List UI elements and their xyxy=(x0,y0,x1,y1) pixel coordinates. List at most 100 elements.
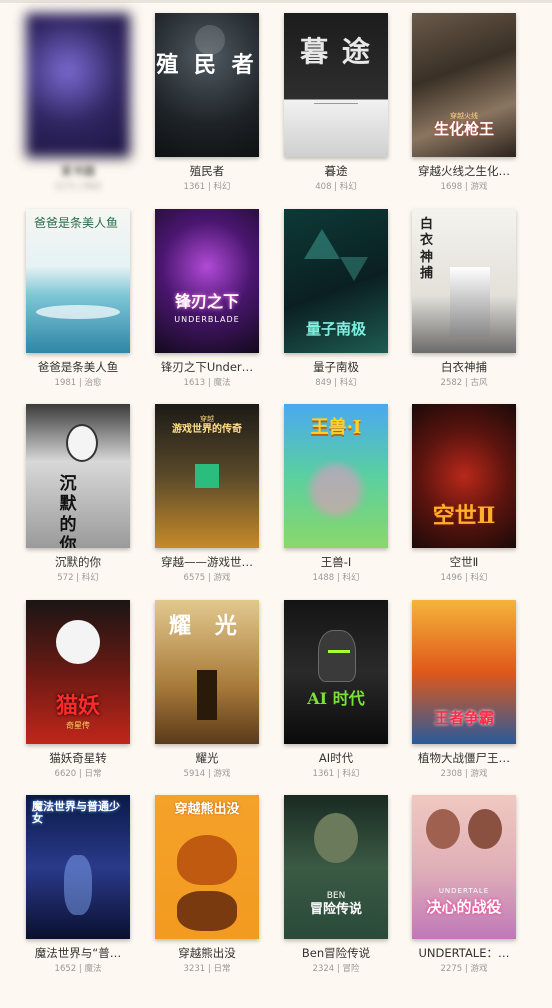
cover-title: 王者争霸 xyxy=(433,709,494,727)
book-card-19[interactable]: BEN 冒险传说 Ben冒险传说 2324 | 冒险 xyxy=(271,795,401,975)
book-title[interactable]: 魔法世界与“普… xyxy=(13,945,143,961)
book-card-1[interactable]: 某书籍 1171 | 科幻 xyxy=(13,13,143,193)
book-card-12[interactable]: 空世Ⅱ 空世Ⅱ 1496 | 科幻 xyxy=(399,404,529,584)
book-cover[interactable]: 穿越火线 生化枪王 xyxy=(412,13,516,157)
book-cover[interactable]: 穿越 游戏世界的传奇 xyxy=(155,404,259,548)
cover-subtitle: 奇星传 xyxy=(66,721,90,730)
book-cover[interactable]: 暮 途 xyxy=(284,13,388,157)
book-card-16[interactable]: 王者争霸 植物大战僵尸王… 2308 | 游戏 xyxy=(399,600,529,780)
book-title[interactable]: 王兽-I xyxy=(271,554,401,570)
book-card-18[interactable]: 穿越熊出没 穿越熊出没 3231 | 日常 xyxy=(142,795,272,975)
book-meta: 2582 | 古风 xyxy=(440,378,488,388)
book-title[interactable]: 某书籍 xyxy=(13,163,143,179)
book-meta: 1652 | 魔法 xyxy=(54,964,102,974)
cover-title: 穿越熊出没 xyxy=(174,802,240,817)
book-meta: 6575 | 游戏 xyxy=(183,573,231,583)
book-card-20[interactable]: UNDERTALE 决心的战役 UNDERTALE：… 2275 | 游戏 xyxy=(399,795,529,975)
cover-title: 冒险传说 xyxy=(309,902,362,917)
book-title[interactable]: 殖民者 xyxy=(142,163,272,179)
book-meta: 1488 | 科幻 xyxy=(312,573,360,583)
cover-title: 暮 途 xyxy=(300,35,372,68)
book-title[interactable]: 暮途 xyxy=(271,163,401,179)
book-meta: 2275 | 游戏 xyxy=(440,964,488,974)
book-card-8[interactable]: 白衣神捕 白衣神捕 2582 | 古风 xyxy=(399,209,529,389)
book-title[interactable]: UNDERTALE：… xyxy=(399,945,529,961)
book-title[interactable]: 锋刃之下Under… xyxy=(142,359,272,375)
book-meta: 849 | 科幻 xyxy=(315,378,357,388)
cover-title: 沉默的你 xyxy=(59,474,77,548)
cover-title: AI 时代 xyxy=(307,689,365,708)
book-cover[interactable]: 魔法世界与普通少女 xyxy=(26,795,130,939)
book-title[interactable]: 量子南极 xyxy=(271,359,401,375)
book-meta: 1613 | 魔法 xyxy=(183,378,231,388)
book-cover[interactable]: 耀 光 xyxy=(155,600,259,744)
book-card-7[interactable]: 量子南极 量子南极 849 | 科幻 xyxy=(271,209,401,389)
book-title[interactable]: 猫妖奇星转 xyxy=(13,750,143,766)
cover-subtitle: BEN xyxy=(326,891,346,901)
book-card-13[interactable]: 猫妖 奇星传 猫妖奇星转 6620 | 日常 xyxy=(13,600,143,780)
book-title[interactable]: 穿越火线之生化… xyxy=(399,163,529,179)
cover-title: 猫妖 xyxy=(55,693,100,719)
book-title[interactable]: AI时代 xyxy=(271,750,401,766)
cover-title: 决心的战役 xyxy=(426,898,502,916)
book-title[interactable]: 白衣神捕 xyxy=(399,359,529,375)
book-title[interactable]: 穿越熊出没 xyxy=(142,945,272,961)
cover-title: 魔法世界与普通少女 xyxy=(32,800,120,826)
book-meta: 1698 | 游戏 xyxy=(440,182,488,192)
book-title[interactable]: Ben冒险传说 xyxy=(271,945,401,961)
book-cover[interactable]: 空世Ⅱ xyxy=(412,404,516,548)
book-cover[interactable]: 穿越熊出没 xyxy=(155,795,259,939)
book-cover[interactable]: 白衣神捕 xyxy=(412,209,516,353)
book-meta: 1981 | 治愈 xyxy=(54,378,102,388)
cover-subtitle: UNDERTALE xyxy=(438,887,490,895)
book-cover[interactable]: 量子南极 xyxy=(284,209,388,353)
book-cover[interactable]: 沉默的你 xyxy=(26,404,130,548)
book-card-5[interactable]: 爸爸是条美人鱼 爸爸是条美人鱼 1981 | 治愈 xyxy=(13,209,143,389)
cover-title: 白衣神捕 xyxy=(420,217,434,281)
book-card-14[interactable]: 耀 光 耀光 5914 | 游戏 xyxy=(142,600,272,780)
book-title[interactable]: 空世Ⅱ xyxy=(399,554,529,570)
book-meta: 3231 | 日常 xyxy=(183,964,231,974)
cover-subtitle: UNDERBLADE xyxy=(174,315,240,324)
book-cover[interactable]: 猫妖 奇星传 xyxy=(26,600,130,744)
book-cover[interactable]: 殖 民 者 xyxy=(155,13,259,157)
book-meta: 2308 | 游戏 xyxy=(440,769,488,779)
book-cover[interactable]: 王兽·I xyxy=(284,404,388,548)
book-title[interactable]: 穿越——游戏世… xyxy=(142,554,272,570)
book-meta: 6620 | 日常 xyxy=(54,769,102,779)
book-card-6[interactable]: 锋刃之下 UNDERBLADE 锋刃之下Under… 1613 | 魔法 xyxy=(142,209,272,389)
book-meta: 1361 | 科幻 xyxy=(183,182,231,192)
book-card-10[interactable]: 穿越 游戏世界的传奇 穿越——游戏世… 6575 | 游戏 xyxy=(142,404,272,584)
cover-title: 爸爸是条美人鱼 xyxy=(34,216,119,230)
book-cover[interactable]: BEN 冒险传说 xyxy=(284,795,388,939)
book-card-4[interactable]: 穿越火线 生化枪王 穿越火线之生化… 1698 | 游戏 xyxy=(399,13,529,193)
book-cover[interactable]: 爸爸是条美人鱼 xyxy=(26,209,130,353)
book-meta: 1171 | 科幻 xyxy=(54,182,102,192)
cover-title: 耀 光 xyxy=(169,613,245,639)
book-meta: 1496 | 科幻 xyxy=(440,573,488,583)
book-meta: 2324 | 冒险 xyxy=(312,964,360,974)
book-card-11[interactable]: 王兽·I 王兽-I 1488 | 科幻 xyxy=(271,404,401,584)
book-card-15[interactable]: AI 时代 AI时代 1361 | 科幻 xyxy=(271,600,401,780)
book-card-3[interactable]: 暮 途 暮途 408 | 科幻 xyxy=(271,13,401,193)
book-cover[interactable]: UNDERTALE 决心的战役 xyxy=(412,795,516,939)
book-title[interactable]: 植物大战僵尸王… xyxy=(399,750,529,766)
cover-title: 殖 民 者 xyxy=(156,52,258,78)
book-card-2[interactable]: 殖 民 者 殖民者 1361 | 科幻 xyxy=(142,13,272,193)
cover-subtitle: 穿越 xyxy=(200,415,214,423)
book-card-17[interactable]: 魔法世界与普通少女 魔法世界与“普… 1652 | 魔法 xyxy=(13,795,143,975)
cover-title: 量子南极 xyxy=(305,320,366,338)
book-cover[interactable]: 锋刃之下 UNDERBLADE xyxy=(155,209,259,353)
book-title[interactable]: 沉默的你 xyxy=(13,554,143,570)
top-divider xyxy=(0,0,552,3)
book-cover[interactable] xyxy=(26,13,130,157)
cover-title: 生化枪王 xyxy=(433,120,494,138)
book-cover[interactable]: 王者争霸 xyxy=(412,600,516,744)
book-meta: 572 | 科幻 xyxy=(57,573,99,583)
book-meta: 5914 | 游戏 xyxy=(183,769,231,779)
book-title[interactable]: 爸爸是条美人鱼 xyxy=(13,359,143,375)
book-cover[interactable]: AI 时代 xyxy=(284,600,388,744)
book-title[interactable]: 耀光 xyxy=(142,750,272,766)
book-card-9[interactable]: 沉默的你 沉默的你 572 | 科幻 xyxy=(13,404,143,584)
book-meta: 408 | 科幻 xyxy=(315,182,357,192)
